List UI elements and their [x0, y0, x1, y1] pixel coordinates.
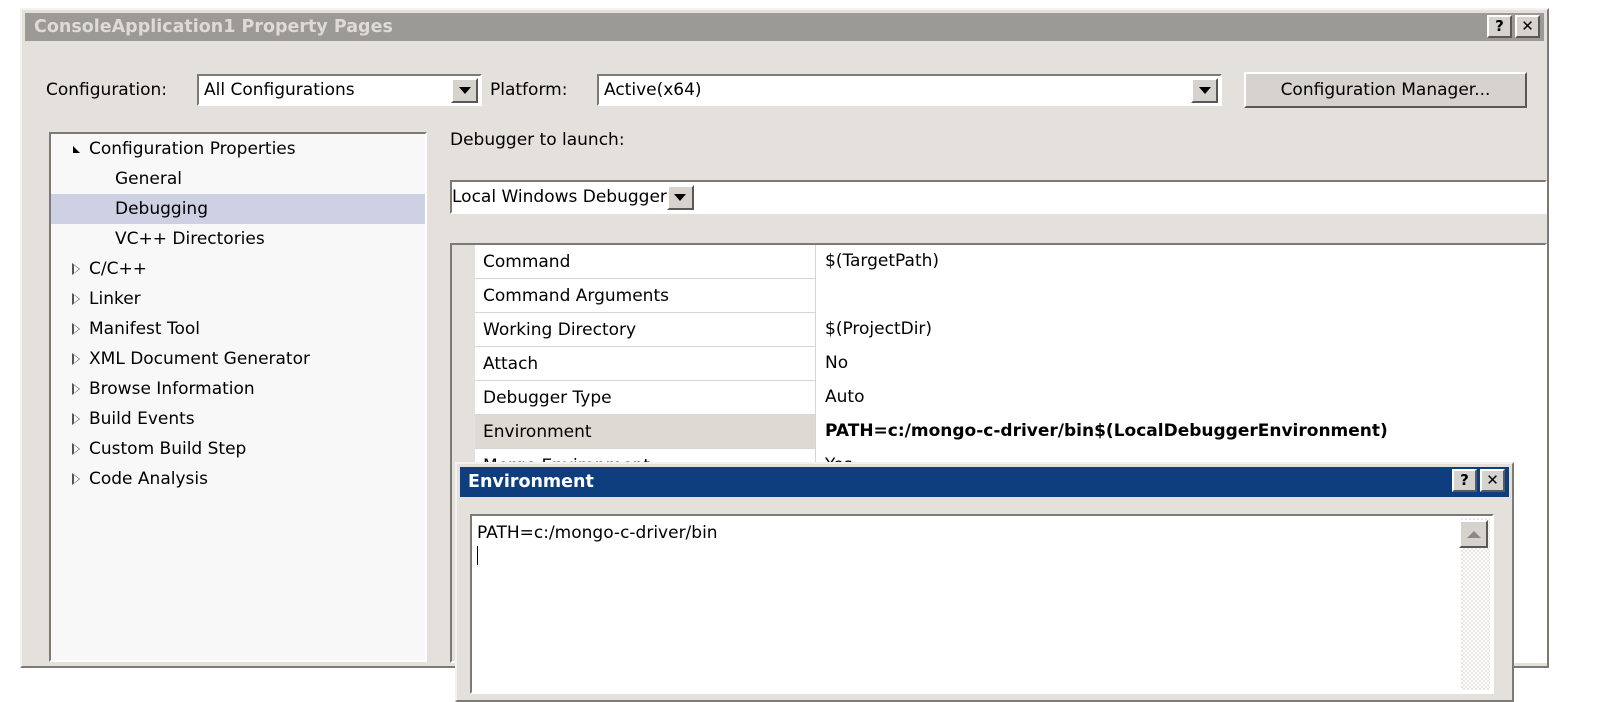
- tree-item-label: Browse Information: [89, 379, 255, 399]
- chevron-down-icon[interactable]: [667, 185, 694, 210]
- tree-item-label: Configuration Properties: [89, 139, 296, 159]
- environment-dialog-titlebar: Environment ? ✕: [460, 467, 1509, 497]
- tree-item-label: Code Analysis: [89, 469, 208, 489]
- tree-item-label: XML Document Generator: [89, 349, 310, 369]
- environment-textarea[interactable]: PATH=c:/mongo-c-driver/bin: [470, 514, 1494, 694]
- property-row[interactable]: Command Arguments: [475, 279, 1545, 313]
- tree-item-label: Custom Build Step: [89, 439, 246, 459]
- tree-item-vc-directories[interactable]: VC++ Directories: [51, 224, 425, 254]
- debugger-to-launch-dropdown[interactable]: Local Windows Debugger: [450, 180, 1547, 214]
- environment-dialog-title: Environment: [468, 472, 594, 492]
- triangle-collapsed-icon[interactable]: [65, 353, 87, 365]
- triangle-collapsed-icon[interactable]: [65, 263, 87, 275]
- property-row[interactable]: Working Directory$(ProjectDir): [475, 313, 1545, 347]
- triangle-collapsed-icon[interactable]: [65, 383, 87, 395]
- property-name: Attach: [475, 354, 815, 374]
- vertical-scrollbar[interactable]: [1461, 518, 1490, 690]
- platform-value: Active(x64): [599, 80, 1191, 100]
- tree-item-browse-information[interactable]: Browse Information: [51, 374, 425, 404]
- tree-item-xml-document-generator[interactable]: XML Document Generator: [51, 344, 425, 374]
- triangle-collapsed-icon[interactable]: [65, 323, 87, 335]
- configuration-label: Configuration:: [46, 80, 167, 100]
- property-name: Working Directory: [475, 320, 815, 340]
- platform-label: Platform:: [490, 80, 567, 100]
- tree-item-linker[interactable]: Linker: [51, 284, 425, 314]
- chevron-down-icon[interactable]: [1191, 78, 1218, 103]
- triangle-collapsed-icon[interactable]: [65, 443, 87, 455]
- property-value[interactable]: No: [815, 347, 1545, 381]
- property-row[interactable]: EnvironmentPATH=c:/mongo-c-driver/bin$(L…: [475, 415, 1545, 449]
- chevron-down-icon[interactable]: [451, 78, 478, 103]
- help-button[interactable]: ?: [1452, 469, 1477, 492]
- tree-item-label: Linker: [89, 289, 141, 309]
- environment-dialog-controls: ? ✕: [1452, 469, 1505, 492]
- triangle-collapsed-icon[interactable]: [65, 473, 87, 485]
- close-button[interactable]: ✕: [1515, 15, 1540, 38]
- configuration-bar: Configuration: All Configurations Platfo…: [22, 68, 1547, 114]
- configuration-value: All Configurations: [199, 80, 451, 100]
- help-button[interactable]: ?: [1487, 15, 1512, 38]
- property-name: Environment: [475, 422, 815, 442]
- tree-item-label: Manifest Tool: [89, 319, 200, 339]
- triangle-collapsed-icon[interactable]: [65, 293, 87, 305]
- tree-item-configuration-properties[interactable]: Configuration Properties: [51, 134, 425, 164]
- environment-text-line: PATH=c:/mongo-c-driver/bin: [477, 521, 1492, 545]
- debugger-to-launch-label: Debugger to launch:: [450, 130, 625, 150]
- window-titlebar: ConsoleApplication1 Property Pages ? ✕: [25, 13, 1544, 41]
- tree-item-label: C/C++: [89, 259, 147, 279]
- triangle-expanded-icon[interactable]: [65, 146, 87, 153]
- property-value[interactable]: Auto: [815, 381, 1545, 415]
- environment-text-line-with-caret: [477, 545, 1492, 569]
- text-caret: [477, 546, 478, 565]
- property-name: Debugger Type: [475, 388, 815, 408]
- tree-item-debugging[interactable]: Debugging: [51, 194, 425, 224]
- property-row[interactable]: AttachNo: [475, 347, 1545, 381]
- property-value[interactable]: $(TargetPath): [815, 245, 1545, 279]
- property-value[interactable]: PATH=c:/mongo-c-driver/bin$(LocalDebugge…: [815, 415, 1545, 449]
- tree-item-code-analysis[interactable]: Code Analysis: [51, 464, 425, 494]
- debugger-to-launch-value: Local Windows Debugger: [452, 187, 667, 207]
- property-row[interactable]: Debugger TypeAuto: [475, 381, 1545, 415]
- tree-item-label: Build Events: [89, 409, 195, 429]
- tree-item-build-events[interactable]: Build Events: [51, 404, 425, 434]
- tree-item-label: VC++ Directories: [115, 229, 265, 249]
- tree-item-custom-build-step[interactable]: Custom Build Step: [51, 434, 425, 464]
- environment-text-content: PATH=c:/mongo-c-driver/bin: [472, 516, 1492, 569]
- tree-item-label: General: [115, 169, 182, 189]
- scroll-up-arrow-icon[interactable]: [1459, 520, 1488, 548]
- property-row[interactable]: Command$(TargetPath): [475, 245, 1545, 279]
- configuration-dropdown[interactable]: All Configurations: [197, 74, 482, 106]
- property-name: Command Arguments: [475, 286, 815, 306]
- configuration-manager-button[interactable]: Configuration Manager...: [1244, 72, 1527, 108]
- tree-item-label: Debugging: [115, 199, 208, 219]
- triangle-collapsed-icon[interactable]: [65, 413, 87, 425]
- property-value[interactable]: [815, 279, 1545, 313]
- window-controls: ? ✕: [1487, 15, 1540, 38]
- window-title: ConsoleApplication1 Property Pages: [34, 17, 393, 37]
- configuration-tree[interactable]: Configuration Properties General Debugging…: [49, 132, 427, 662]
- property-value[interactable]: $(ProjectDir): [815, 313, 1545, 347]
- close-button[interactable]: ✕: [1480, 469, 1505, 492]
- tree-item-manifest-tool[interactable]: Manifest Tool: [51, 314, 425, 344]
- property-name: Command: [475, 252, 815, 272]
- platform-dropdown[interactable]: Active(x64): [597, 74, 1222, 106]
- tree-item-general[interactable]: General: [51, 164, 425, 194]
- environment-dialog: Environment ? ✕ PATH=c:/mongo-c-driver/b…: [455, 462, 1514, 702]
- tree-item-c-c[interactable]: C/C++: [51, 254, 425, 284]
